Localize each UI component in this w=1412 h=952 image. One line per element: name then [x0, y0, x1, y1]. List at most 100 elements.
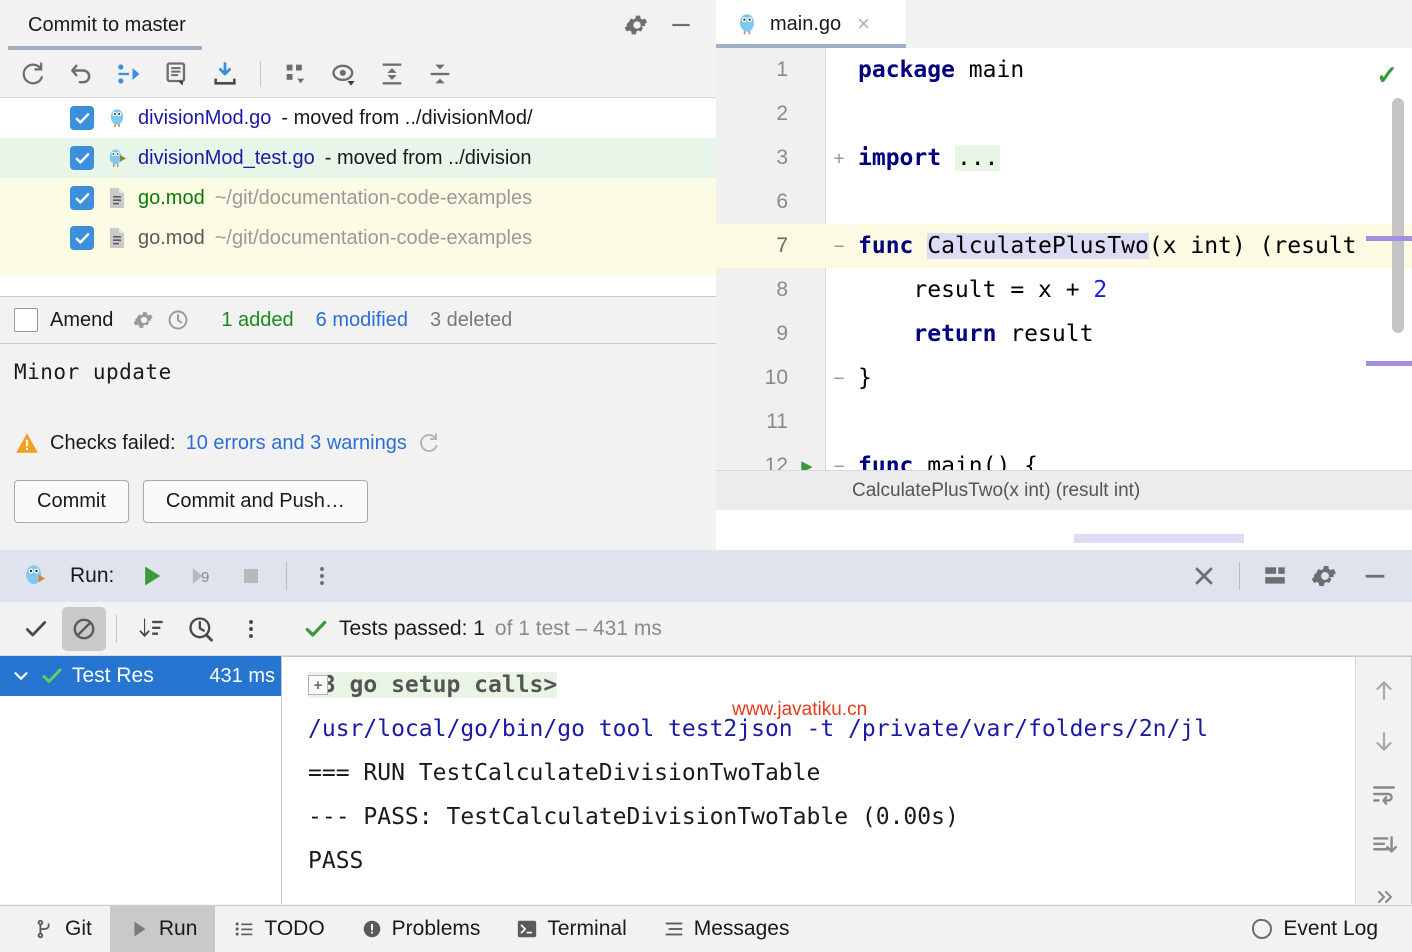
- toolbar-separator: [116, 615, 117, 643]
- code-line[interactable]: 10 − }: [716, 356, 1412, 400]
- scroll-to-end-icon[interactable]: [1367, 833, 1401, 859]
- commit-buttons: Commit Commit and Push…: [14, 480, 698, 523]
- commit-message-input[interactable]: Minor update: [14, 360, 698, 416]
- gear-icon[interactable]: [620, 8, 654, 42]
- status-bar-item-messages[interactable]: Messages: [645, 906, 808, 952]
- more-options-icon[interactable]: [299, 555, 345, 597]
- fold-toggle-icon[interactable]: +: [826, 148, 852, 169]
- fold-toggle-icon[interactable]: −: [826, 368, 852, 389]
- line-number: 1: [716, 58, 788, 82]
- table-row[interactable]: go.mod ~/git/documentation-code-examples: [0, 178, 716, 218]
- chevron-down-icon[interactable]: [10, 665, 32, 687]
- minimize-icon[interactable]: [1352, 555, 1398, 597]
- scroll-up-icon[interactable]: [1367, 677, 1401, 703]
- mod-file-icon: [104, 185, 130, 211]
- line-number: 6: [716, 190, 788, 214]
- ok-check-icon: ✓: [1376, 60, 1398, 91]
- tab-main-go[interactable]: main.go ×: [716, 0, 906, 48]
- go-test-run-icon: [12, 555, 58, 597]
- test-tree-root-row[interactable]: Test Res 431 ms: [0, 656, 281, 696]
- code-line[interactable]: 6: [716, 180, 1412, 224]
- minimize-icon[interactable]: [664, 8, 698, 42]
- file-checkbox[interactable]: [70, 226, 94, 250]
- stop-icon[interactable]: [228, 555, 274, 597]
- soft-wrap-icon[interactable]: [1367, 781, 1401, 807]
- status-bar-item-terminal[interactable]: Terminal: [498, 906, 644, 952]
- table-row[interactable]: divisionMod.go - moved from ../divisionM…: [0, 98, 716, 138]
- file-checkbox[interactable]: [70, 106, 94, 130]
- code-line[interactable]: 3 + import ...: [716, 136, 1412, 180]
- sort-icon[interactable]: [127, 607, 175, 651]
- test-results-tree[interactable]: Test Res 431 ms: [0, 656, 282, 904]
- changed-files-list[interactable]: divisionMod.go - moved from ../divisionM…: [0, 98, 716, 296]
- collapse-all-icon[interactable]: [419, 54, 461, 94]
- refresh-icon[interactable]: [417, 431, 441, 455]
- status-bar-item-todo[interactable]: TODO: [215, 906, 342, 952]
- code-line[interactable]: 9 return result: [716, 312, 1412, 356]
- status-bar-item-git[interactable]: Git: [16, 906, 110, 952]
- run-icon[interactable]: [128, 555, 174, 597]
- history-icon[interactable]: [161, 305, 195, 335]
- run-separator: [286, 562, 287, 590]
- expand-icon[interactable]: +: [308, 675, 328, 695]
- run-separator: [1239, 562, 1240, 590]
- green-check-icon: [40, 664, 64, 688]
- gear-icon[interactable]: [1302, 555, 1348, 597]
- expand-more-icon[interactable]: [1367, 885, 1401, 904]
- rerun-failed-icon[interactable]: 9: [178, 555, 224, 597]
- history-icon[interactable]: [177, 607, 225, 651]
- event-log-label: Event Log: [1283, 917, 1378, 941]
- refresh-icon[interactable]: [12, 54, 54, 94]
- checks-link[interactable]: 10 errors and 3 warnings: [186, 432, 407, 455]
- file-name: go.mod: [138, 187, 205, 210]
- group-by-icon[interactable]: [275, 54, 317, 94]
- run-content: Test Res 431 ms + <3 go setup calls> /us…: [0, 656, 1412, 904]
- ignored-tests-icon[interactable]: [62, 607, 106, 651]
- comment-icon[interactable]: [156, 54, 198, 94]
- event-log-button[interactable]: Event Log: [1232, 906, 1412, 952]
- editor-area[interactable]: 1 package main 2 3 + import ... 6 7 − fu…: [716, 48, 1412, 510]
- commit-tab[interactable]: Commit to master: [0, 0, 202, 50]
- preview-icon[interactable]: [323, 54, 365, 94]
- status-bar-item-label: Terminal: [547, 917, 626, 941]
- todo-list-icon: [233, 918, 255, 940]
- layout-settings-icon[interactable]: [1252, 555, 1298, 597]
- console-text: === RUN TestCalculateDivisionTwoTable: [308, 760, 820, 786]
- file-checkbox[interactable]: [70, 146, 94, 170]
- amend-checkbox[interactable]: [14, 308, 38, 332]
- code-line[interactable]: 11: [716, 400, 1412, 444]
- code-line[interactable]: 7 − func CalculatePlusTwo(x int) (result: [716, 224, 1412, 268]
- code-line[interactable]: 8 result = x + 2: [716, 268, 1412, 312]
- table-row[interactable]: [0, 258, 716, 276]
- more-icon[interactable]: [227, 607, 275, 651]
- stat-added: 1 added: [221, 309, 293, 332]
- status-bar-item-label: Run: [159, 917, 198, 941]
- status-bar-item-run[interactable]: Run: [110, 906, 216, 952]
- status-bar-item-problems[interactable]: Problems: [343, 906, 499, 952]
- console-line: PASS: [308, 839, 1411, 883]
- code-text: import ...: [852, 145, 1000, 171]
- file-checkbox[interactable]: [70, 186, 94, 210]
- commit-and-push-button[interactable]: Commit and Push…: [143, 480, 368, 523]
- fold-toggle-icon[interactable]: −: [826, 236, 852, 257]
- expand-all-icon[interactable]: [371, 54, 413, 94]
- ide-window: Commit to master: [0, 0, 1412, 952]
- code-editor: main.go × 1 package main 2 3 + import ..…: [716, 0, 1412, 550]
- code-line[interactable]: 2: [716, 92, 1412, 136]
- show-passed-icon[interactable]: [12, 607, 60, 651]
- test-console-output[interactable]: + <3 go setup calls> /usr/local/go/bin/g…: [282, 656, 1412, 904]
- table-row[interactable]: go.mod ~/git/documentation-code-examples: [0, 218, 716, 258]
- update-icon[interactable]: [204, 54, 246, 94]
- gear-icon[interactable]: [127, 305, 161, 335]
- scroll-down-icon[interactable]: [1367, 729, 1401, 755]
- code-line[interactable]: 1 package main: [716, 48, 1412, 92]
- show-diff-icon[interactable]: [108, 54, 150, 94]
- commit-button[interactable]: Commit: [14, 480, 129, 523]
- table-row[interactable]: divisionMod_test.go - moved from ../divi…: [0, 138, 716, 178]
- close-icon[interactable]: [1181, 555, 1227, 597]
- go-file-icon: [104, 105, 130, 131]
- stat-deleted: 3 deleted: [430, 309, 512, 332]
- rollback-icon[interactable]: [60, 54, 102, 94]
- editor-scrollbar[interactable]: [1392, 98, 1404, 333]
- close-icon[interactable]: ×: [857, 13, 870, 35]
